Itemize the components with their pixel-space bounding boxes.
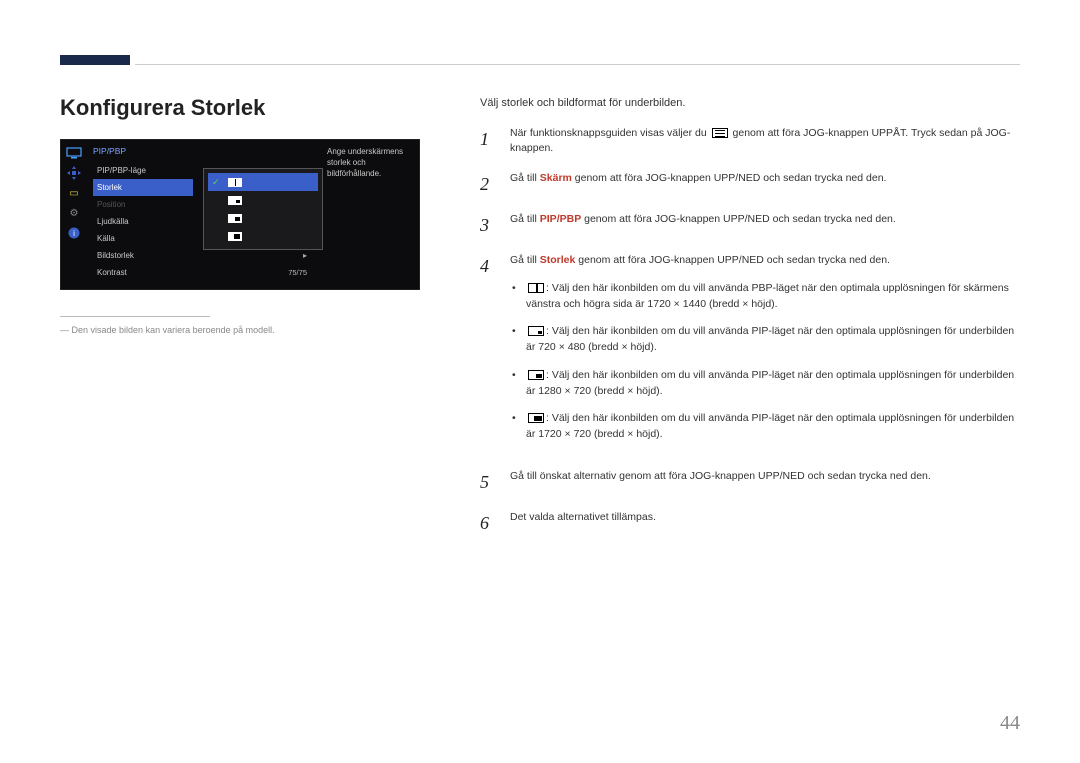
step-number: 4 [480, 253, 496, 455]
step-number: 1 [480, 126, 496, 158]
footnote: Den visade bilden kan variera beroende p… [60, 325, 440, 335]
gear-icon: ⚙ [65, 206, 83, 220]
osd-item-contrast[interactable]: Kontrast 75/75 [93, 264, 311, 281]
osd-option-pbp-split[interactable]: ✓ [208, 173, 318, 191]
osd-header: PIP/PBP [93, 146, 311, 156]
step-3: 3 Gå till PIP/PBP genom att föra JOG-kna… [480, 212, 1020, 239]
footnote-rule [60, 316, 210, 317]
step-number: 6 [480, 510, 496, 537]
step-text: genom att föra JOG-knappen UPP/NED och s… [575, 254, 890, 266]
osd-help-text: Ange underskärmens storlek och bildförhå… [319, 140, 419, 289]
page-title: Konfigurera Storlek [60, 95, 440, 121]
osd-option-pip-small[interactable] [208, 191, 318, 209]
step-text: genom att föra JOG-knappen UPP/NED och s… [581, 213, 896, 225]
intro-text: Välj storlek och bildformat för underbil… [480, 95, 1020, 112]
step-bold: Storlek [540, 254, 576, 266]
osd-option-pip-large[interactable] [208, 227, 318, 245]
osd-item-label: Kontrast [97, 268, 127, 277]
pbp-split-icon [228, 178, 242, 187]
list-item: : Välj den här ikonbilden om du vill anv… [526, 324, 1020, 356]
header-rule [135, 64, 1020, 65]
step-body: När funktionsknappsguiden visas väljer d… [510, 126, 1020, 158]
page-number: 44 [1000, 712, 1020, 735]
list-item: : Välj den här ikonbilden om du vill anv… [526, 411, 1020, 443]
pip-large-icon [228, 232, 242, 241]
pip-medium-icon [228, 214, 242, 223]
step-bold: Skärm [540, 172, 572, 184]
osd-item-label: Bildstorlek [97, 251, 134, 260]
step-2: 2 Gå till Skärm genom att föra JOG-knapp… [480, 171, 1020, 198]
pip-small-icon [528, 326, 544, 336]
pip-medium-icon [528, 370, 544, 380]
check-icon: ✓ [212, 177, 222, 188]
pbp-split-icon [528, 283, 544, 293]
step-number: 3 [480, 212, 496, 239]
step-1: 1 När funktionsknappsguiden visas väljer… [480, 126, 1020, 158]
step-body: Gå till PIP/PBP genom att föra JOG-knapp… [510, 212, 1020, 239]
step-body: Gå till Storlek genom att föra JOG-knapp… [510, 253, 1020, 455]
osd-panel: ▭ ⚙ i PIP/PBP PIP/PBP-läge Storlek Posit… [60, 139, 420, 290]
list-text: : Välj den här ikonbilden om du vill anv… [526, 369, 1014, 397]
nav-cross-icon [65, 166, 83, 180]
list-item: : Välj den här ikonbilden om du vill anv… [526, 281, 1020, 313]
step-number: 2 [480, 171, 496, 198]
step-text: När funktionsknappsguiden visas väljer d… [510, 127, 710, 139]
step-body: Det valda alternativet tillämpas. [510, 510, 1020, 537]
svg-text:i: i [73, 229, 75, 238]
chevron-right-icon: ▸ [303, 251, 307, 260]
step-body: Gå till önskat alternativ genom att föra… [510, 469, 1020, 496]
osd-item-label: Position [97, 200, 125, 209]
step-text: Gå till [510, 254, 540, 266]
osd-option-pip-medium[interactable] [208, 209, 318, 227]
step-5: 5 Gå till önskat alternativ genom att fö… [480, 469, 1020, 496]
list-item: : Välj den här ikonbilden om du vill anv… [526, 368, 1020, 400]
osd-sidebar-icons: ▭ ⚙ i [61, 140, 85, 289]
step-bold: PIP/PBP [540, 213, 581, 225]
step-4: 4 Gå till Storlek genom att föra JOG-kna… [480, 253, 1020, 455]
list-text: : Välj den här ikonbilden om du vill anv… [526, 282, 1009, 310]
osd-value: 75/75 [288, 268, 307, 277]
osd-size-submenu: ✓ [203, 168, 323, 250]
osd-item-label: Storlek [97, 183, 122, 192]
osd-item-size[interactable]: Storlek [93, 179, 193, 196]
header-accent-bar [60, 55, 130, 65]
list-text: : Välj den här ikonbilden om du vill anv… [526, 325, 1014, 353]
menu-icon [712, 128, 728, 138]
options-icon: ▭ [65, 186, 83, 200]
step-body: Gå till Skärm genom att föra JOG-knappen… [510, 171, 1020, 198]
step-text: Gå till [510, 172, 540, 184]
osd-item-label: Ljudkälla [97, 217, 129, 226]
info-icon: i [65, 226, 83, 240]
list-text: : Välj den här ikonbilden om du vill anv… [526, 412, 1014, 440]
step-text: Gå till [510, 213, 540, 225]
osd-item-label: PIP/PBP-läge [97, 166, 146, 175]
pip-large-icon [528, 413, 544, 423]
step-number: 5 [480, 469, 496, 496]
monitor-icon [65, 146, 83, 160]
step-text: genom att föra JOG-knappen UPP/NED och s… [572, 172, 887, 184]
osd-item-label: Källa [97, 234, 115, 243]
step-6: 6 Det valda alternativet tillämpas. [480, 510, 1020, 537]
pip-small-icon [228, 196, 242, 205]
